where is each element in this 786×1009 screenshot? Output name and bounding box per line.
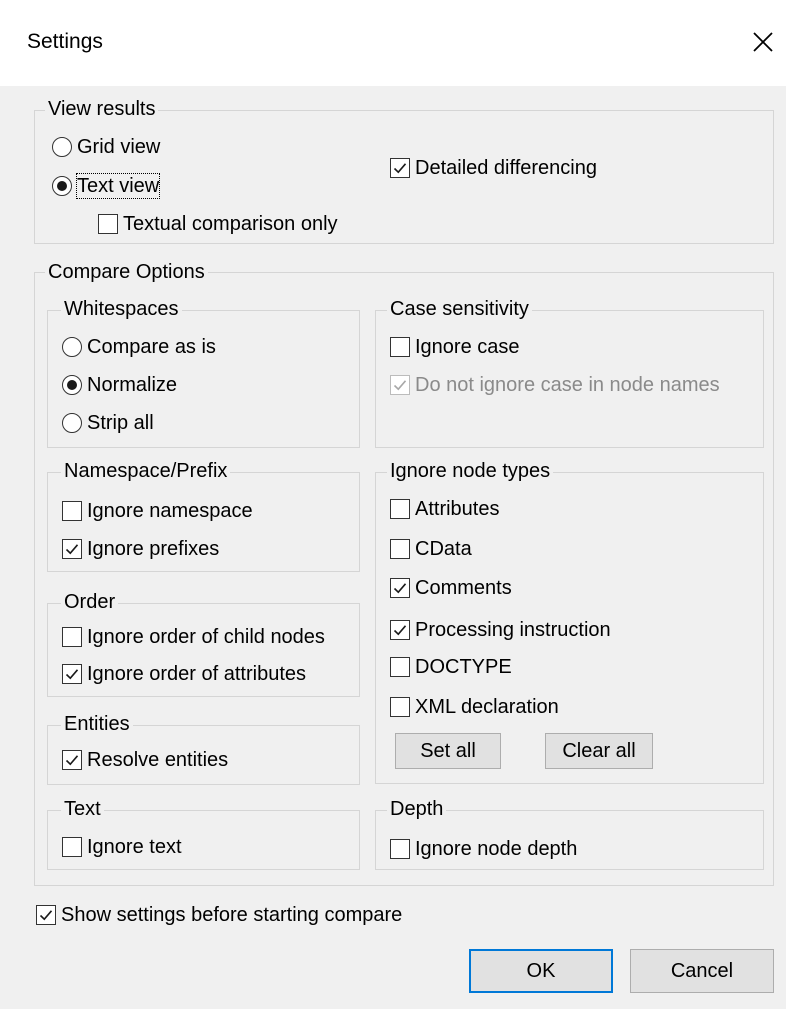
ignore-node-depth-check-icon[interactable] xyxy=(390,839,410,859)
radio-selected-dot xyxy=(57,181,67,191)
depth-legend: Depth xyxy=(387,798,447,820)
detailed-differencing-checkbox[interactable]: Detailed differencing xyxy=(390,156,597,180)
attributes-check-icon[interactable] xyxy=(390,499,410,519)
ignore-order-child-nodes-checkbox[interactable]: Ignore order of child nodes xyxy=(62,625,325,649)
entities-legend: Entities xyxy=(61,713,133,735)
whitespaces-legend: Whitespaces xyxy=(61,298,182,320)
ignore-namespace-check-icon[interactable] xyxy=(62,501,82,521)
doctype-check-icon[interactable] xyxy=(390,657,410,677)
radio-selected-dot xyxy=(67,380,77,390)
comments-label: Comments xyxy=(415,577,512,599)
processing-instruction-check-icon[interactable] xyxy=(390,620,410,640)
comments-checkbox[interactable]: Comments xyxy=(390,576,512,600)
case-sensitivity-legend: Case sensitivity xyxy=(387,298,532,320)
grid-view-label: Grid view xyxy=(77,136,161,158)
ignore-text-check-icon[interactable] xyxy=(62,837,82,857)
set-all-button[interactable]: Set all xyxy=(395,733,501,769)
do-not-ignore-case-in-node-names-checkbox[interactable]: Do not ignore case in node names xyxy=(390,373,720,397)
attributes-checkbox[interactable]: Attributes xyxy=(390,497,499,521)
ignore-node-types-legend: Ignore node types xyxy=(387,460,554,482)
ignore-namespace-label: Ignore namespace xyxy=(87,500,253,522)
close-icon[interactable] xyxy=(748,27,778,57)
ignore-prefixes-checkbox[interactable]: Ignore prefixes xyxy=(62,537,219,561)
order-legend: Order xyxy=(61,591,119,613)
detailed-differencing-label: Detailed differencing xyxy=(415,157,597,179)
compare-options-legend: Compare Options xyxy=(45,261,208,283)
ignore-node-depth-checkbox[interactable]: Ignore node depth xyxy=(390,837,577,861)
text-view-label: Text view xyxy=(75,173,161,199)
detailed-differencing-check-icon[interactable] xyxy=(390,158,410,178)
processing-instruction-checkbox[interactable]: Processing instruction xyxy=(390,618,611,642)
ignore-order-child-nodes-check-icon[interactable] xyxy=(62,627,82,647)
ignore-prefixes-check-icon[interactable] xyxy=(62,539,82,559)
ok-button[interactable]: OK xyxy=(469,949,613,993)
cdata-label: CData xyxy=(415,538,472,560)
window-title: Settings xyxy=(27,30,103,53)
normalize-radio[interactable]: Normalize xyxy=(62,373,177,397)
xml-declaration-label: XML declaration xyxy=(415,696,559,718)
resolve-entities-check-icon[interactable] xyxy=(62,750,82,770)
xml-declaration-check-icon[interactable] xyxy=(390,697,410,717)
text-view-radio-indicator[interactable] xyxy=(52,176,72,196)
show-settings-checkbox[interactable]: Show settings before starting compare xyxy=(36,903,402,927)
cancel-button[interactable]: Cancel xyxy=(630,949,774,993)
ignore-text-label: Ignore text xyxy=(87,836,182,858)
textual-comparison-only-checkbox[interactable]: Textual comparison only xyxy=(98,212,338,236)
compare-as-is-radio-indicator[interactable] xyxy=(62,337,82,357)
cdata-checkbox[interactable]: CData xyxy=(390,537,472,561)
ignore-namespace-checkbox[interactable]: Ignore namespace xyxy=(62,499,253,523)
processing-instruction-label: Processing instruction xyxy=(415,619,611,641)
do-not-ignore-case-label: Do not ignore case in node names xyxy=(415,374,720,396)
ignore-case-check-icon[interactable] xyxy=(390,337,410,357)
ignore-case-checkbox[interactable]: Ignore case xyxy=(390,335,520,359)
cdata-check-icon[interactable] xyxy=(390,539,410,559)
ignore-node-depth-label: Ignore node depth xyxy=(415,838,578,860)
grid-view-radio-indicator[interactable] xyxy=(52,137,72,157)
ignore-case-label: Ignore case xyxy=(415,336,520,358)
show-settings-label: Show settings before starting compare xyxy=(61,904,403,926)
ignore-order-attributes-label: Ignore order of attributes xyxy=(87,663,307,685)
comments-check-icon[interactable] xyxy=(390,578,410,598)
resolve-entities-checkbox[interactable]: Resolve entities xyxy=(62,748,228,772)
clear-all-button[interactable]: Clear all xyxy=(545,733,653,769)
xml-declaration-checkbox[interactable]: XML declaration xyxy=(390,695,559,719)
do-not-ignore-case-check-icon[interactable] xyxy=(390,375,410,395)
show-settings-check-icon[interactable] xyxy=(36,905,56,925)
normalize-label: Normalize xyxy=(87,374,178,396)
compare-as-is-label: Compare as is xyxy=(87,336,216,358)
text-legend: Text xyxy=(61,798,104,820)
ignore-prefixes-label: Ignore prefixes xyxy=(87,538,220,560)
strip-all-radio-indicator[interactable] xyxy=(62,413,82,433)
ignore-order-attributes-check-icon[interactable] xyxy=(62,664,82,684)
compare-as-is-radio[interactable]: Compare as is xyxy=(62,335,216,359)
normalize-radio-indicator[interactable] xyxy=(62,375,82,395)
doctype-checkbox[interactable]: DOCTYPE xyxy=(390,655,512,679)
text-view-radio[interactable]: Text view xyxy=(52,173,161,199)
resolve-entities-label: Resolve entities xyxy=(87,749,229,771)
attributes-label: Attributes xyxy=(415,498,500,520)
grid-view-radio[interactable]: Grid view xyxy=(52,135,160,159)
ignore-order-attributes-checkbox[interactable]: Ignore order of attributes xyxy=(62,662,306,686)
strip-all-label: Strip all xyxy=(87,412,154,434)
namespace-prefix-legend: Namespace/Prefix xyxy=(61,460,231,482)
textual-comparison-only-check-icon[interactable] xyxy=(98,214,118,234)
view-results-legend: View results xyxy=(45,98,159,120)
doctype-label: DOCTYPE xyxy=(415,656,512,678)
ignore-text-checkbox[interactable]: Ignore text xyxy=(62,835,182,859)
strip-all-radio[interactable]: Strip all xyxy=(62,411,154,435)
title-bar: Settings xyxy=(0,0,786,86)
textual-comparison-only-label: Textual comparison only xyxy=(123,213,338,235)
ignore-order-child-nodes-label: Ignore order of child nodes xyxy=(87,626,325,648)
